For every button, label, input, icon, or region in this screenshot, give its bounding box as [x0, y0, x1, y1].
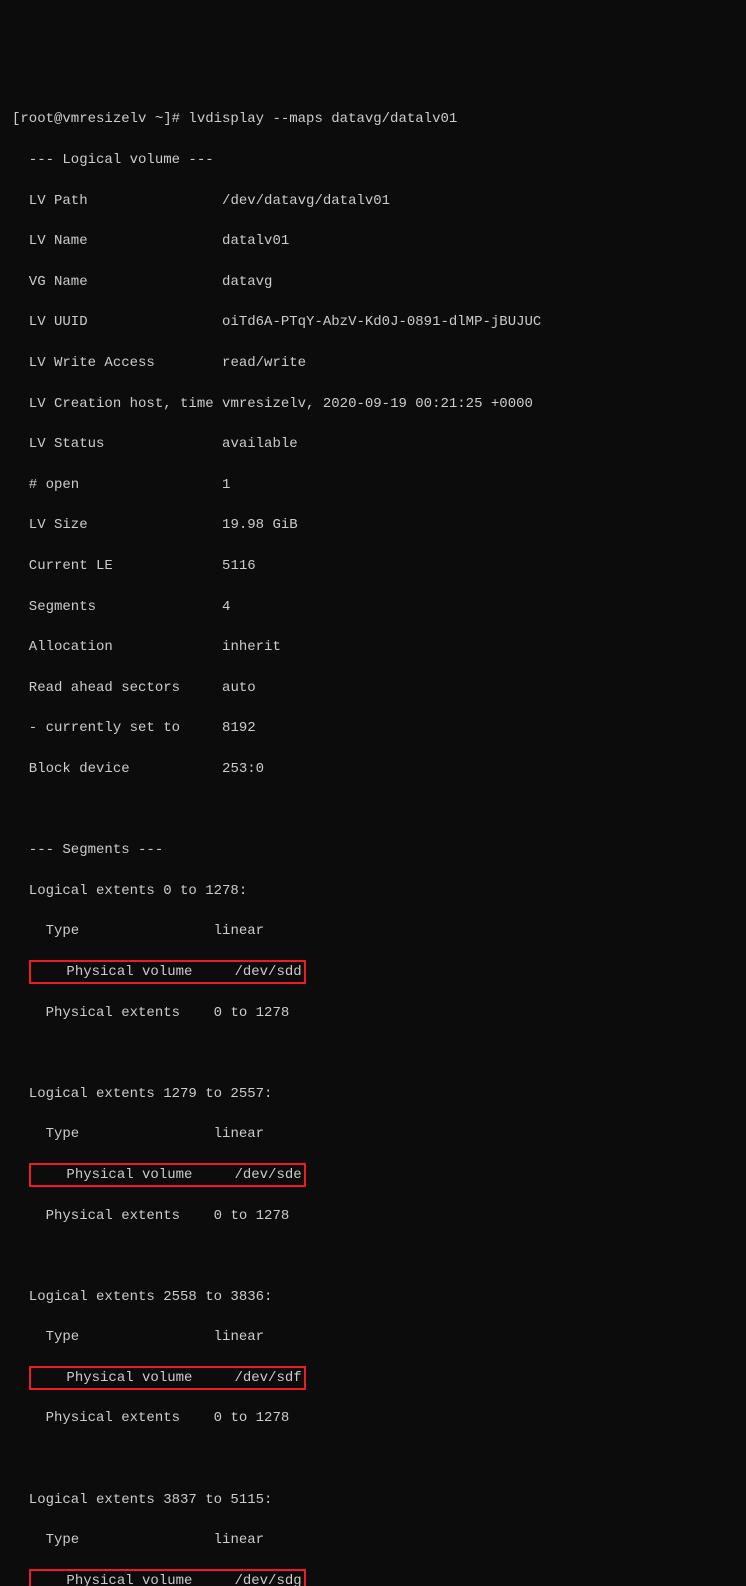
- segment-1-extents: Logical extents 0 to 1278:: [12, 881, 734, 901]
- lv-currently-set: - currently set to 8192: [12, 718, 734, 738]
- segment-3-pe: Physical extents 0 to 1278: [12, 1408, 734, 1428]
- lv-size: LV Size 19.98 GiB: [12, 515, 734, 535]
- lv-creation: LV Creation host, time vmresizelv, 2020-…: [12, 394, 734, 414]
- lv-path: LV Path /dev/datavg/datalv01: [12, 191, 734, 211]
- segments-header: --- Segments ---: [12, 840, 734, 860]
- lv-write-access: LV Write Access read/write: [12, 353, 734, 373]
- segment-2-extents: Logical extents 1279 to 2557:: [12, 1084, 734, 1104]
- segment-1-type: Type linear: [12, 921, 734, 941]
- terminal-output: [root@vmresizelv ~]# lvdisplay --maps da…: [12, 89, 734, 1586]
- lv-read-ahead: Read ahead sectors auto: [12, 678, 734, 698]
- segment-3-pv: Physical volume /dev/sdf: [12, 1368, 734, 1388]
- blank-line: [12, 1246, 734, 1266]
- shell-prompt-line: [root@vmresizelv ~]# lvdisplay --maps da…: [12, 109, 734, 129]
- blank-line: [12, 1043, 734, 1063]
- segment-4-type: Type linear: [12, 1530, 734, 1550]
- lv-block-device: Block device 253:0: [12, 759, 734, 779]
- highlight-box: Physical volume /dev/sdd: [29, 960, 306, 984]
- segment-1-pv: Physical volume /dev/sdd: [12, 962, 734, 982]
- lv-uuid: LV UUID oiTd6A-PTqY-AbzV-Kd0J-0891-dlMP-…: [12, 312, 734, 332]
- blank-line: [12, 800, 734, 820]
- segment-4-extents: Logical extents 3837 to 5115:: [12, 1490, 734, 1510]
- segment-3-type: Type linear: [12, 1327, 734, 1347]
- lv-status: LV Status available: [12, 434, 734, 454]
- segment-2-type: Type linear: [12, 1124, 734, 1144]
- lv-allocation: Allocation inherit: [12, 637, 734, 657]
- highlight-box: Physical volume /dev/sdg: [29, 1569, 306, 1586]
- lv-current-le: Current LE 5116: [12, 556, 734, 576]
- highlight-box: Physical volume /dev/sde: [29, 1163, 306, 1187]
- segment-4-pv: Physical volume /dev/sdg: [12, 1571, 734, 1586]
- lv-open: # open 1: [12, 475, 734, 495]
- blank-line: [12, 1449, 734, 1469]
- highlight-box: Physical volume /dev/sdf: [29, 1366, 306, 1390]
- segment-2-pv: Physical volume /dev/sde: [12, 1165, 734, 1185]
- lv-segments: Segments 4: [12, 597, 734, 617]
- segment-3-extents: Logical extents 2558 to 3836:: [12, 1287, 734, 1307]
- segment-1-pe: Physical extents 0 to 1278: [12, 1003, 734, 1023]
- lv-name: LV Name datalv01: [12, 231, 734, 251]
- vg-name: VG Name datavg: [12, 272, 734, 292]
- lv-header: --- Logical volume ---: [12, 150, 734, 170]
- segment-2-pe: Physical extents 0 to 1278: [12, 1206, 734, 1226]
